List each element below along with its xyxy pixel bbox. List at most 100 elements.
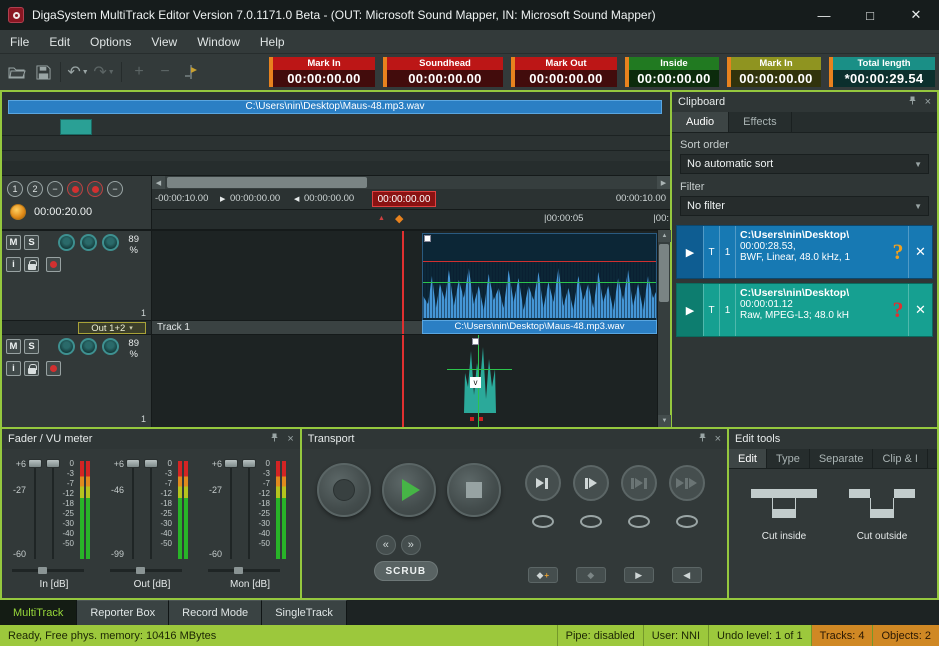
pin-icon[interactable] — [698, 433, 707, 445]
aux-knob[interactable] — [102, 338, 119, 355]
remove-item-button[interactable]: ✕ — [908, 284, 932, 336]
scroll-down-arrow[interactable]: ▼ — [658, 415, 671, 427]
play-item-button[interactable]: ▶ — [677, 284, 703, 336]
marker-strip[interactable]: ▲ ◆ |00:00:05 |00: — [152, 210, 670, 229]
stop-button[interactable] — [447, 463, 501, 517]
menu-window[interactable]: Window — [187, 30, 250, 53]
step-forward-button[interactable]: » — [401, 535, 421, 555]
inside-value[interactable]: 00:00:00.00 — [629, 70, 719, 87]
balance-track[interactable] — [110, 569, 182, 572]
lock-button[interactable] — [24, 361, 39, 376]
hscroll-thumb[interactable] — [167, 177, 367, 188]
pin-icon[interactable] — [908, 96, 917, 108]
maximize-button[interactable]: □ — [847, 0, 893, 30]
clip-name-bar[interactable]: C:\Users\nin\Desktop\Maus-48.mp3.wav — [422, 320, 657, 334]
play-to-mark-button[interactable] — [525, 465, 561, 501]
undo-button[interactable]: ↶▼ — [65, 59, 91, 85]
loop-button[interactable] — [628, 515, 650, 528]
play-item-button[interactable]: ▶ — [677, 226, 703, 278]
total-length-value[interactable]: *00:00:29.54 — [833, 70, 935, 87]
level-line[interactable] — [423, 282, 656, 283]
track2-canvas[interactable]: v — [152, 335, 657, 427]
balance-thumb[interactable] — [38, 567, 47, 574]
record-button[interactable] — [317, 463, 371, 517]
arm-record-button[interactable] — [46, 257, 61, 272]
track1-canvas[interactable]: Track 1 C:\Users\nin\Desktop\Maus-48.mp3… — [152, 231, 657, 334]
clipboard-item[interactable]: ▶ T 1 C:\Users\nin\Desktop\ 00:00:01.12 … — [676, 283, 933, 337]
mark-in2-value[interactable]: 00:00:00.00 — [731, 70, 821, 87]
tab-clip[interactable]: Clip & I — [873, 449, 927, 468]
minimize-button[interactable]: — — [801, 0, 847, 30]
play-from-mark-button[interactable] — [573, 465, 609, 501]
cut-outside-tool[interactable]: Cut outside — [835, 481, 929, 542]
project-overview[interactable]: C:\Users\nin\Desktop\Maus-48.mp3.wav — [2, 92, 670, 176]
tab-audio[interactable]: Audio — [672, 112, 729, 132]
close-panel-icon[interactable]: × — [925, 97, 931, 108]
loop-button[interactable] — [676, 515, 698, 528]
next-marker-button[interactable]: ▶ — [624, 567, 654, 583]
clip-handle[interactable] — [472, 338, 479, 345]
fader-thumb[interactable] — [144, 459, 158, 468]
hscroll-track[interactable] — [165, 176, 657, 189]
overview-clip-segment[interactable] — [60, 119, 92, 135]
pin-icon[interactable] — [270, 433, 279, 445]
track-name[interactable]: Track 1 — [152, 320, 422, 334]
marker-1-button[interactable]: 1 — [7, 181, 23, 197]
pan-knob[interactable] — [58, 234, 75, 251]
marker-checkbox[interactable]: v — [470, 377, 481, 388]
vscroll-thumb[interactable] — [659, 244, 669, 302]
solo-button[interactable]: S — [24, 339, 39, 354]
fader-thumb[interactable] — [224, 459, 238, 468]
arm-record-button[interactable] — [46, 361, 61, 376]
play-button[interactable] — [382, 463, 436, 517]
scroll-left-arrow[interactable]: ◀ — [152, 176, 165, 189]
aux-knob[interactable] — [102, 234, 119, 251]
menu-options[interactable]: Options — [80, 30, 141, 53]
mute-button[interactable]: M — [6, 339, 21, 354]
menu-view[interactable]: View — [141, 30, 187, 53]
mute-button[interactable]: M — [6, 235, 21, 250]
play-between-marks-button[interactable] — [621, 465, 657, 501]
tab-edit[interactable]: Edit — [729, 449, 767, 468]
fader-thumb[interactable] — [28, 459, 42, 468]
fader-thumb[interactable] — [242, 459, 256, 468]
overview-clip-title[interactable]: C:\Users\nin\Desktop\Maus-48.mp3.wav — [8, 100, 662, 114]
playhead[interactable] — [402, 335, 404, 427]
playhead[interactable] — [402, 231, 404, 334]
fader-thumb[interactable] — [126, 459, 140, 468]
marker-2-button[interactable]: 2 — [27, 181, 43, 197]
menu-edit[interactable]: Edit — [39, 30, 80, 53]
info-button[interactable]: i — [6, 361, 21, 376]
vertical-scrollbar[interactable]: ▲ ▼ — [657, 230, 670, 427]
tab-singletrack[interactable]: SingleTrack — [262, 600, 347, 625]
output-selector[interactable]: Out 1+2▾ — [78, 322, 146, 334]
record-marker-2-button[interactable] — [87, 181, 103, 197]
scroll-up-arrow[interactable]: ▲ — [658, 230, 671, 242]
tab-type[interactable]: Type — [767, 449, 810, 468]
clip-handle[interactable] — [424, 235, 431, 242]
mark-out-value[interactable]: 00:00:00.00 — [515, 70, 617, 87]
zoom-out-button[interactable]: − — [152, 59, 178, 85]
fader-thumb[interactable] — [46, 459, 60, 468]
play-around-mark-button[interactable] — [669, 465, 705, 501]
close-button[interactable]: ✕ — [893, 0, 939, 30]
remove-marker-button[interactable]: − — [47, 181, 63, 197]
gain-knob[interactable] — [80, 234, 97, 251]
scroll-right-arrow[interactable]: ▶ — [657, 176, 670, 189]
gain-knob[interactable] — [80, 338, 97, 355]
balance-thumb[interactable] — [136, 567, 145, 574]
menu-help[interactable]: Help — [250, 30, 295, 53]
tab-separate[interactable]: Separate — [810, 449, 874, 468]
playhead-marker-icon[interactable]: ◆ — [395, 212, 403, 226]
close-panel-icon[interactable]: × — [715, 434, 721, 445]
soundhead-value[interactable]: 00:00:00.00 — [387, 70, 503, 87]
marker-tool-icon[interactable] — [178, 59, 204, 85]
goto-marker-button[interactable]: ◆ — [576, 567, 606, 583]
loop-button[interactable] — [580, 515, 602, 528]
scrub-button[interactable]: SCRUB — [374, 561, 438, 581]
horizontal-scrollbar[interactable]: ◀ ▶ — [152, 176, 670, 189]
time-ruler[interactable]: -00:00:10.00 ▶ 00:00:00.00 ◀ 00:00:00.00… — [152, 189, 670, 210]
sort-order-select[interactable]: No automatic sort ▼ — [680, 154, 929, 174]
in-marker-icon[interactable]: ▲ — [378, 215, 385, 222]
zoom-in-button[interactable]: + — [126, 59, 152, 85]
